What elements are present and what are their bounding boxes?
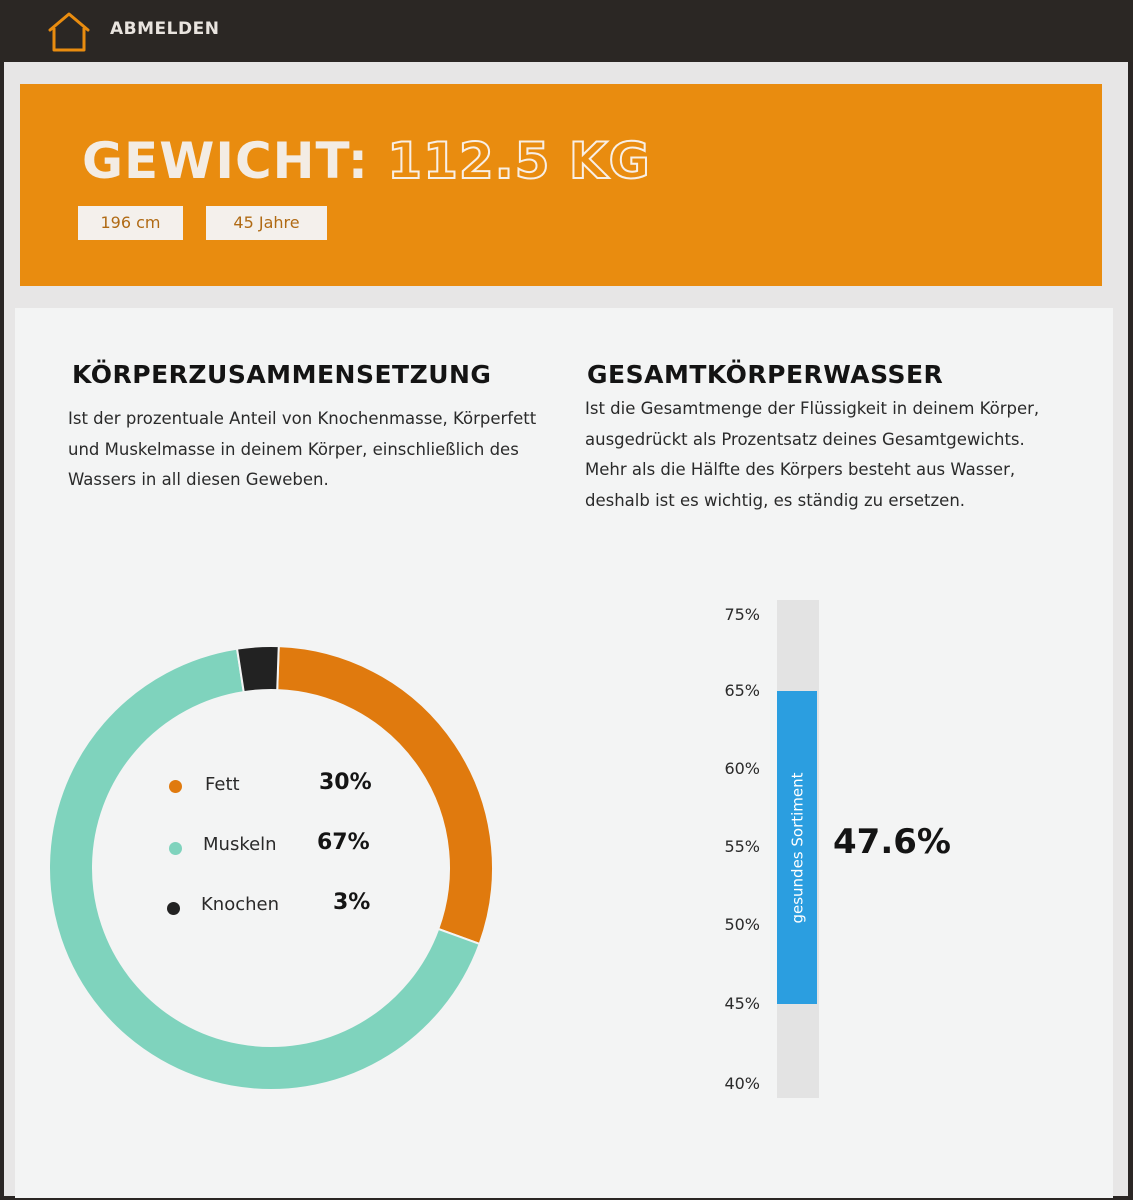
legend-value-knochen: 3% (333, 890, 371, 915)
healthy-range-label: gesundes Sortiment (788, 771, 806, 924)
legend-label-knochen: Knochen (201, 894, 280, 915)
composition-description: Ist der prozentuale Anteil von Knochenma… (68, 409, 537, 489)
legend-label-fett: Fett (205, 774, 240, 795)
scale-label-55: 55% (724, 837, 760, 856)
scale-label-50: 50% (724, 915, 760, 934)
fett-dot-icon (169, 780, 182, 793)
muskeln-dot-icon (169, 842, 182, 855)
composition-donut-chart: Fett 30% Muskeln 67% Knochen 3% (41, 638, 501, 1098)
legend-value-fett: 30% (319, 770, 372, 795)
main-screen: GEWICHT: 112.5 KG 196 cm 45 Jahre KÖRPER… (4, 62, 1128, 1198)
donut-svg (48, 645, 494, 1091)
knochen-dot-icon (167, 902, 180, 915)
weight-value: 112.5 KG (386, 131, 651, 191)
height-chip: 196 cm (78, 206, 183, 240)
healthy-range-bar: gesundes Sortiment (777, 691, 817, 1004)
donut-slice-fett (276, 645, 494, 946)
water-description: Ist die Gesamtmenge der Flüssigkeit in d… (585, 399, 1040, 510)
water-title: GESAMTKÖRPERWASSER (587, 360, 944, 389)
scale-label-65: 65% (724, 681, 760, 700)
scale-label-45: 45% (724, 994, 760, 1013)
home-icon[interactable] (46, 10, 92, 54)
scale-label-40: 40% (724, 1074, 760, 1093)
composition-title: KÖRPERZUSAMMENSETZUNG (72, 360, 492, 389)
weight-banner: GEWICHT: 112.5 KG 196 cm 45 Jahre (20, 84, 1102, 286)
legend-label-muskeln: Muskeln (203, 834, 277, 855)
age-chip: 45 Jahre (206, 206, 327, 240)
top-bar: ABMELDEN (0, 0, 1133, 62)
legend-value-muskeln: 67% (317, 830, 370, 855)
weight-heading: GEWICHT: 112.5 KG (82, 131, 651, 191)
scale-label-60: 60% (724, 759, 760, 778)
scale-label-75: 75% (724, 605, 760, 624)
water-value: 47.6% (833, 822, 951, 862)
weight-label: GEWICHT: (82, 132, 369, 190)
donut-slice-knochen (235, 645, 280, 694)
results-card: KÖRPERZUSAMMENSETZUNG Ist der prozentual… (15, 308, 1113, 1198)
logout-button[interactable]: ABMELDEN (110, 19, 219, 39)
